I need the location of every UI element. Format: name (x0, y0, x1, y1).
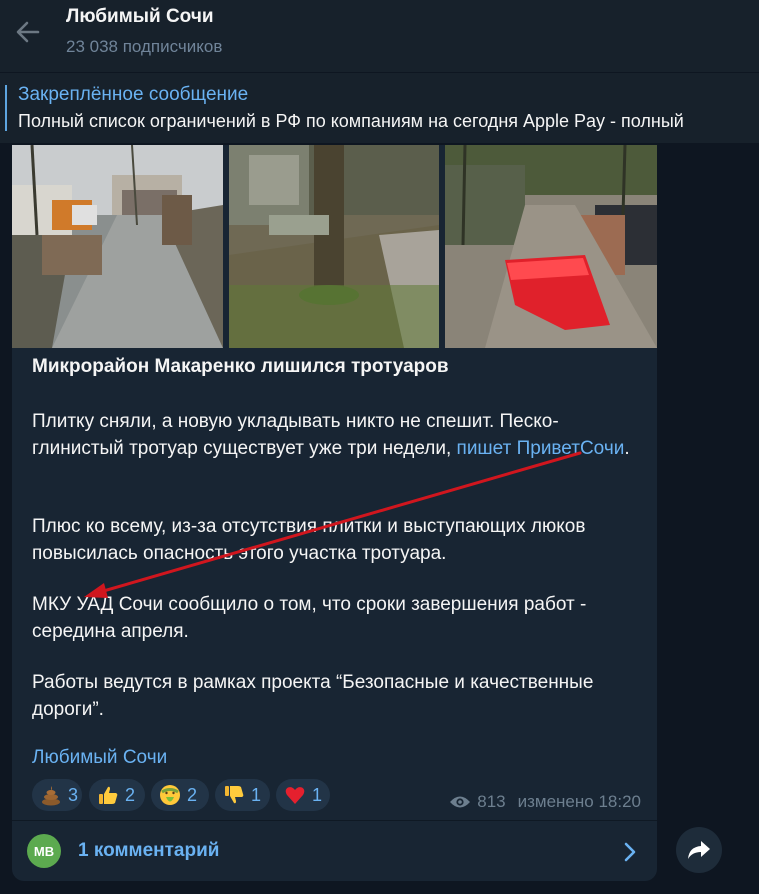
post-paragraph-2: Плюс ко всему, из-за отсутствия плитки и… (32, 516, 586, 564)
comments-label: 1 комментарий (78, 840, 220, 861)
pinned-message-bar[interactable]: Закреплённое сообщение Полный список огр… (0, 73, 759, 143)
channel-title[interactable]: Любимый Сочи (66, 6, 214, 28)
reaction-count: 1 (251, 784, 262, 805)
share-arrow-icon (688, 841, 710, 859)
thumbs-down-emoji-icon (223, 784, 245, 806)
back-arrow-icon (16, 21, 40, 43)
channel-post: Микрорайон Макаренко лишился тротуаров П… (12, 145, 657, 881)
post-title: Микрорайон Макаренко лишился тротуаров (32, 356, 449, 377)
post-meta: 813 изменено 18:20 (449, 792, 641, 812)
reaction-thumbs-down[interactable]: 1 (215, 779, 270, 811)
back-button[interactable] (12, 16, 44, 48)
reaction-count: 1 (312, 784, 323, 805)
source-link[interactable]: пишет ПриветСочи (457, 438, 625, 459)
photo-barrier[interactable] (445, 145, 657, 348)
paragraph-1-end: . (624, 438, 630, 459)
reaction-count: 2 (187, 784, 198, 805)
reaction-poop[interactable]: 3 (32, 779, 82, 811)
reaction-vomiting[interactable]: 2 (151, 779, 209, 811)
pinned-indicator (5, 85, 7, 131)
comments-button[interactable]: MB 1 комментарий (12, 820, 657, 881)
subscriber-count: 23 038 подписчиков (66, 37, 223, 56)
edited-timestamp: изменено 18:20 (517, 792, 641, 811)
pinned-message-title: Закреплённое сообщение (18, 84, 249, 105)
eye-icon (450, 796, 471, 808)
pinned-message-text: Полный список ограничений в РФ по компан… (18, 111, 684, 131)
forward-button[interactable] (676, 827, 722, 873)
vomiting-face-emoji-icon (159, 784, 181, 806)
post-paragraph-1: Плитку сняли, а новую укладывать никто н… (32, 408, 642, 462)
red-heart-emoji-icon (284, 784, 306, 806)
channel-signature[interactable]: Любимый Сочи (32, 747, 167, 769)
thumbs-up-emoji-icon (97, 784, 119, 806)
photo-sidewalk[interactable] (12, 145, 223, 348)
photo-tree[interactable] (229, 145, 439, 348)
reaction-count: 2 (125, 784, 136, 805)
chevron-right-icon (624, 842, 636, 862)
reaction-count: 3 (68, 784, 79, 805)
poop-emoji-icon (40, 784, 62, 806)
reaction-heart[interactable]: 1 (276, 779, 330, 811)
post-paragraph-3: МКУ УАД Сочи сообщило о том, что сроки з… (32, 594, 587, 642)
reaction-thumbs-up[interactable]: 2 (89, 779, 145, 811)
chat-header: Любимый Сочи 23 038 подписчиков (0, 0, 759, 72)
photo-album (12, 145, 657, 348)
view-count: 813 (477, 792, 506, 811)
post-paragraph-4: Работы ведутся в рамках проекта “Безопас… (32, 672, 594, 720)
avatar: MB (27, 834, 61, 868)
